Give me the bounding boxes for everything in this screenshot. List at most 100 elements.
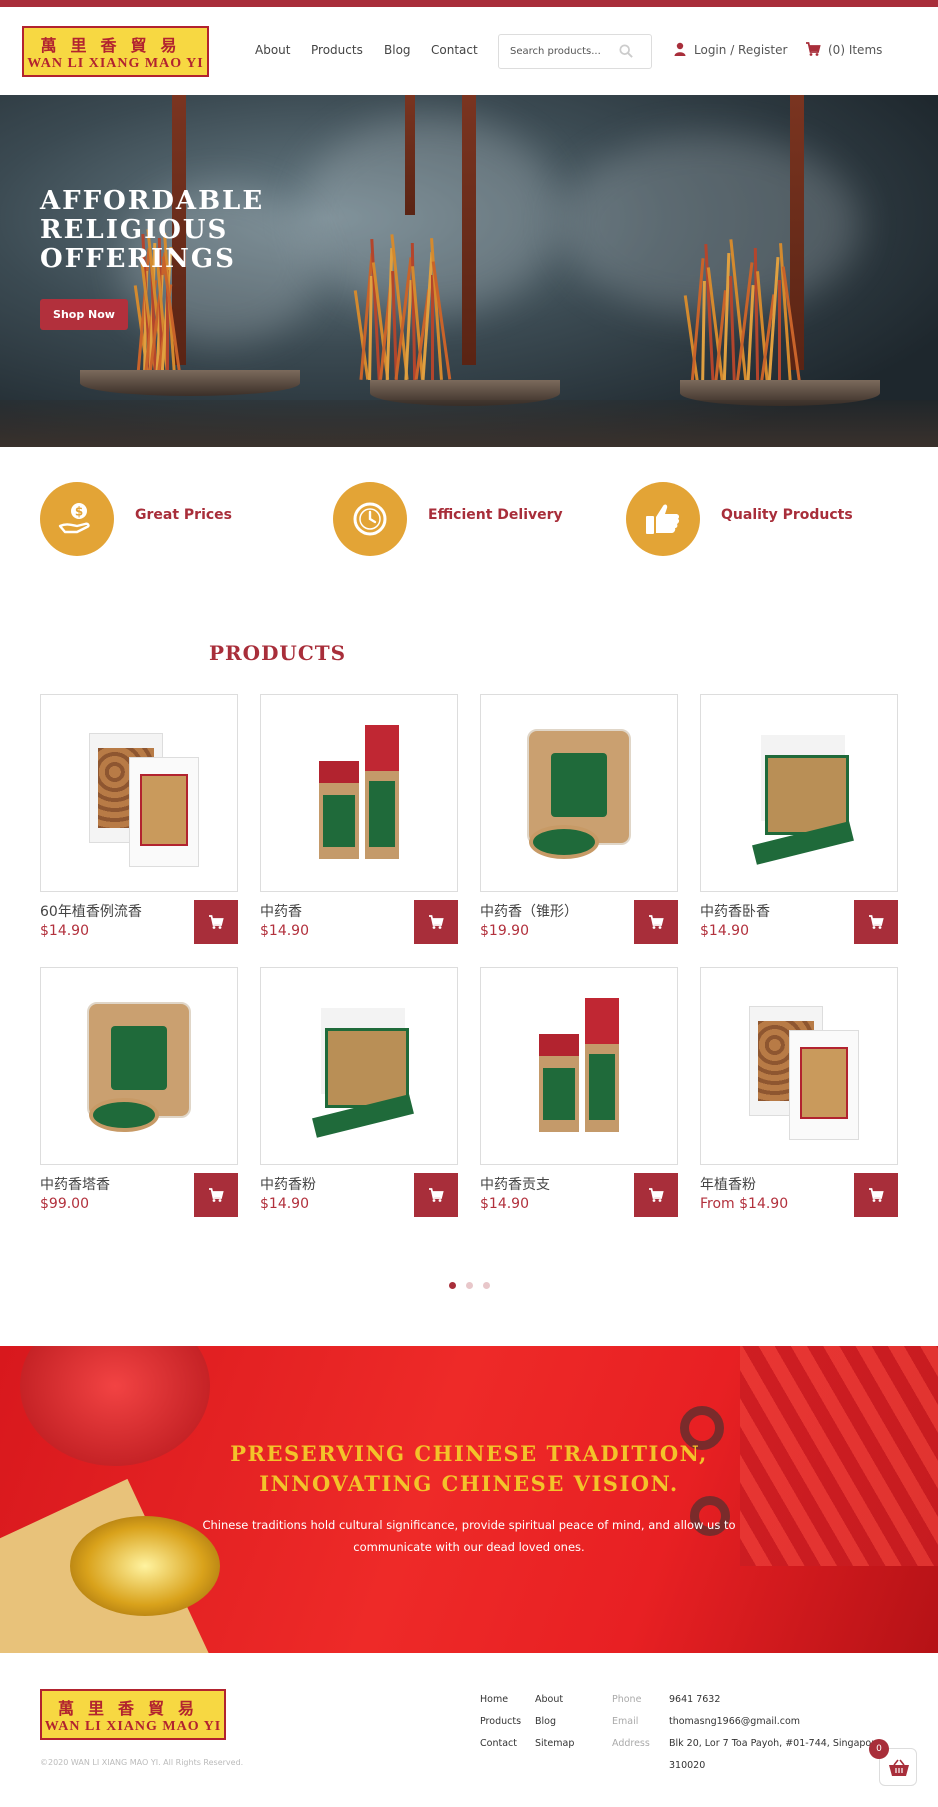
feature-quality-products-badge — [626, 482, 700, 556]
nav-about[interactable]: About — [255, 43, 290, 57]
footer-link-products[interactable]: Products — [480, 1716, 521, 1727]
email-label: Email — [612, 1716, 639, 1727]
add-to-cart-button[interactable] — [414, 900, 458, 944]
hero-title-line: RELIGIOUS — [40, 215, 229, 245]
product-image[interactable] — [700, 967, 898, 1165]
product-image[interactable] — [40, 694, 238, 892]
phone-value: 9641 7632 — [669, 1694, 721, 1705]
incense-bowl — [80, 370, 300, 396]
hero-title-line: AFFORDABLE — [40, 186, 265, 216]
login-register-link[interactable]: Login / Register — [694, 43, 787, 57]
cart-count-badge: 0 — [869, 1739, 889, 1759]
product-image[interactable] — [260, 694, 458, 892]
add-to-cart-button[interactable] — [634, 900, 678, 944]
site-header: 萬里香貿易 WAN LI XIANG MAO YI About Products… — [0, 7, 938, 95]
product-name[interactable]: 中药香塔香 — [40, 1174, 110, 1194]
product-image[interactable] — [480, 967, 678, 1165]
incense-thick-stick — [462, 95, 476, 365]
product-name[interactable]: 中药香粉 — [260, 1174, 316, 1194]
add-to-cart-icon — [429, 915, 444, 929]
clock-icon — [353, 502, 387, 536]
search-input[interactable]: Search products... — [498, 34, 652, 69]
thumbs-up-icon — [646, 504, 680, 534]
copyright-text: ©2020 WAN LI XIANG MAO YI. All Rights Re… — [40, 1758, 244, 1767]
products-section-title: PRODUCTS — [209, 641, 347, 665]
product-name[interactable]: 中药香卧香 — [700, 901, 770, 921]
logo-english: WAN LI XIANG MAO YI — [44, 1718, 222, 1734]
search-placeholder: Search products... — [510, 46, 601, 57]
product-price: $14.90 — [260, 923, 309, 939]
pagination-dot[interactable] — [466, 1282, 473, 1289]
footer-link-blog[interactable]: Blog — [535, 1716, 556, 1727]
shop-now-button[interactable]: Shop Now — [40, 299, 128, 330]
product-image[interactable] — [700, 694, 898, 892]
add-to-cart-icon — [209, 915, 224, 929]
add-to-cart-icon — [429, 1188, 444, 1202]
product-price: $19.90 — [480, 923, 529, 939]
banner-text-line: Chinese traditions hold cultural signifi… — [202, 1518, 736, 1532]
product-name[interactable]: 中药香贡支 — [480, 1174, 550, 1194]
footer-link-about[interactable]: About — [535, 1694, 563, 1705]
pagination-dot-active[interactable] — [449, 1282, 456, 1289]
svg-text:$: $ — [75, 505, 83, 519]
add-to-cart-button[interactable] — [634, 1173, 678, 1217]
banner-title-line: INNOVATING CHINESE VISION. — [259, 1471, 679, 1496]
feature-efficient-delivery: Efficient Delivery — [428, 507, 563, 523]
product-price: $14.90 — [40, 923, 89, 939]
product-price: $14.90 — [700, 923, 749, 939]
product-name[interactable]: 年植香粉 — [700, 1174, 756, 1194]
footer-link-home[interactable]: Home — [480, 1694, 508, 1705]
add-to-cart-icon — [209, 1188, 224, 1202]
search-icon[interactable] — [619, 44, 633, 58]
footer-link-contact[interactable]: Contact — [480, 1738, 517, 1749]
add-to-cart-icon — [649, 915, 664, 929]
hero-foreground — [0, 400, 938, 447]
product-name[interactable]: 中药香（锥形） — [480, 901, 578, 921]
feature-great-prices-badge: $ — [40, 482, 114, 556]
add-to-cart-button[interactable] — [194, 900, 238, 944]
hero-banner: AFFORDABLE RELIGIOUS OFFERINGS Shop Now — [0, 95, 938, 447]
add-to-cart-icon — [869, 915, 884, 929]
logo-chinese: 萬里香貿易 — [57, 1698, 208, 1718]
banner-title-line: PRESERVING CHINESE TRADITION, — [230, 1441, 708, 1466]
nav-products[interactable]: Products — [311, 43, 363, 57]
add-to-cart-button[interactable] — [854, 900, 898, 944]
product-name[interactable]: 中药香 — [260, 901, 302, 921]
incense-thick-stick — [405, 95, 415, 215]
product-price: $99.00 — [40, 1196, 89, 1212]
user-icon — [674, 42, 686, 56]
nav-blog[interactable]: Blog — [384, 43, 411, 57]
money-hand-icon: $ — [58, 503, 90, 534]
phone-label: Phone — [612, 1694, 642, 1705]
add-to-cart-button[interactable] — [194, 1173, 238, 1217]
product-name[interactable]: 60年植香例流香 — [40, 901, 142, 921]
add-to-cart-icon — [869, 1188, 884, 1202]
add-to-cart-icon — [649, 1188, 664, 1202]
feature-efficient-delivery-badge — [333, 482, 407, 556]
product-image[interactable] — [480, 694, 678, 892]
pagination-dot[interactable] — [483, 1282, 490, 1289]
header-cart-link[interactable]: (0) Items — [828, 43, 882, 57]
product-image[interactable] — [260, 967, 458, 1165]
footer-link-sitemap[interactable]: Sitemap — [535, 1738, 574, 1749]
product-price: $14.90 — [480, 1196, 529, 1212]
tradition-banner: PRESERVING CHINESE TRADITION, INNOVATING… — [0, 1346, 938, 1653]
product-image[interactable] — [40, 967, 238, 1165]
hero-title-line: OFFERINGS — [40, 244, 236, 274]
footer-logo[interactable]: 萬里香貿易 WAN LI XIANG MAO YI — [40, 1689, 226, 1740]
add-to-cart-button[interactable] — [854, 1173, 898, 1217]
logo-chinese: 萬里香貿易 — [40, 35, 191, 55]
product-price: From $14.90 — [700, 1196, 789, 1212]
site-logo[interactable]: 萬里香貿易 WAN LI XIANG MAO YI — [22, 26, 209, 77]
logo-english: WAN LI XIANG MAO YI — [27, 55, 204, 71]
top-accent-bar — [0, 0, 938, 7]
nav-contact[interactable]: Contact — [431, 43, 478, 57]
hero-title: AFFORDABLE RELIGIOUS OFFERINGS — [40, 187, 264, 274]
add-to-cart-button[interactable] — [414, 1173, 458, 1217]
email-value[interactable]: thomasng1966@gmail.com — [669, 1716, 800, 1727]
cart-icon — [806, 42, 821, 56]
banner-text-line: communicate with our dead loved ones. — [353, 1540, 585, 1554]
feature-great-prices: Great Prices — [135, 507, 232, 523]
incense-stick — [778, 280, 782, 385]
feature-quality-products: Quality Products — [721, 507, 853, 523]
